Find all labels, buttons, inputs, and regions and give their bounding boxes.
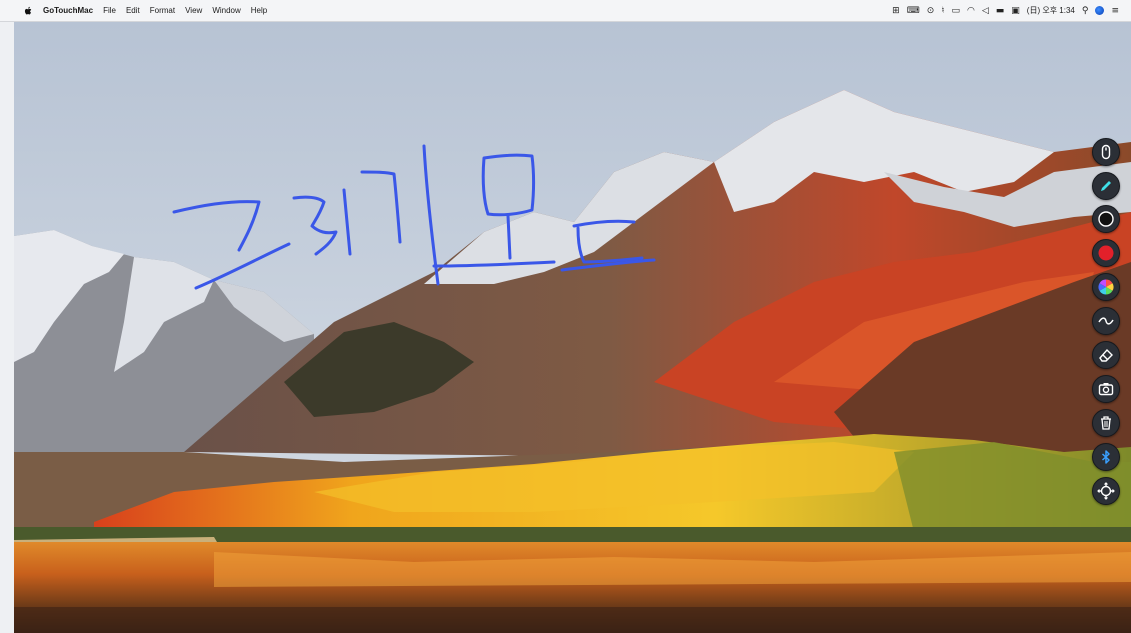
red-color-icon [1098, 245, 1114, 261]
bluetooth-icon [1101, 450, 1110, 464]
siri-icon[interactable] [1095, 6, 1105, 15]
wifi-icon[interactable]: ◠ [967, 6, 975, 16]
trash-button[interactable] [1092, 409, 1120, 437]
mouse-mode-icon [1101, 144, 1111, 160]
apple-icon[interactable] [24, 6, 33, 16]
pen-button[interactable] [1092, 172, 1120, 200]
notification-center-icon[interactable]: ≡ [1111, 6, 1119, 16]
flag-icon[interactable]: ▣ [1011, 6, 1020, 16]
bluetooth-button[interactable] [1092, 443, 1120, 471]
menu-bar-left: GoTouchMac File Edit Format View Window … [0, 6, 267, 16]
line-style-icon [1098, 317, 1114, 325]
menu-bar-status: ⊞ ⌨ ⊙ ♮ ▭ ◠ ◁ ▬ ▣ (日) 오후 1:34 ⚲ ≡ [892, 5, 1131, 16]
menu-view[interactable]: View [185, 6, 202, 15]
pen-icon [1101, 181, 1111, 191]
menu-file[interactable]: File [103, 6, 116, 15]
time-machine-icon[interactable]: ⊙ [927, 6, 935, 16]
red-color-button[interactable] [1092, 239, 1120, 267]
screenshot-button[interactable] [1092, 375, 1120, 403]
color-wheel-button[interactable] [1092, 273, 1120, 301]
spotlight-icon[interactable]: ⚲ [1082, 6, 1089, 16]
volume-icon[interactable]: ◁ [982, 6, 989, 16]
eraser-button[interactable] [1092, 341, 1120, 369]
line-style-button[interactable] [1092, 307, 1120, 335]
menu-clock[interactable]: (日) 오후 1:34 [1027, 5, 1075, 16]
menu-help[interactable]: Help [251, 6, 267, 15]
black-color-button[interactable] [1092, 205, 1120, 233]
screenshot-icon [1098, 383, 1114, 396]
menu-format[interactable]: Format [150, 6, 175, 15]
black-color-icon [1098, 211, 1114, 227]
input-method-icon[interactable]: ⊞ [892, 6, 900, 16]
menu-bar: GoTouchMac File Edit Format View Window … [0, 0, 1131, 22]
color-wheel-icon [1098, 279, 1114, 295]
airplay-icon[interactable]: ▭ [951, 6, 960, 16]
move-button[interactable] [1092, 477, 1120, 505]
eraser-icon [1099, 348, 1113, 362]
keyboard-icon[interactable]: ⌨ [907, 6, 920, 16]
drawing-toolbar [1090, 135, 1122, 513]
mouse-mode-button[interactable] [1092, 138, 1120, 166]
menu-edit[interactable]: Edit [126, 6, 140, 15]
battery-icon[interactable]: ▬ [996, 6, 1005, 16]
desktop-wallpaper [14, 22, 1131, 633]
wallpaper-image [14, 22, 1131, 633]
audio-icon[interactable]: ♮ [941, 6, 944, 16]
menu-app-name[interactable]: GoTouchMac [43, 6, 93, 15]
menu-window[interactable]: Window [212, 6, 240, 15]
trash-icon [1101, 416, 1111, 430]
move-icon [1097, 482, 1115, 500]
